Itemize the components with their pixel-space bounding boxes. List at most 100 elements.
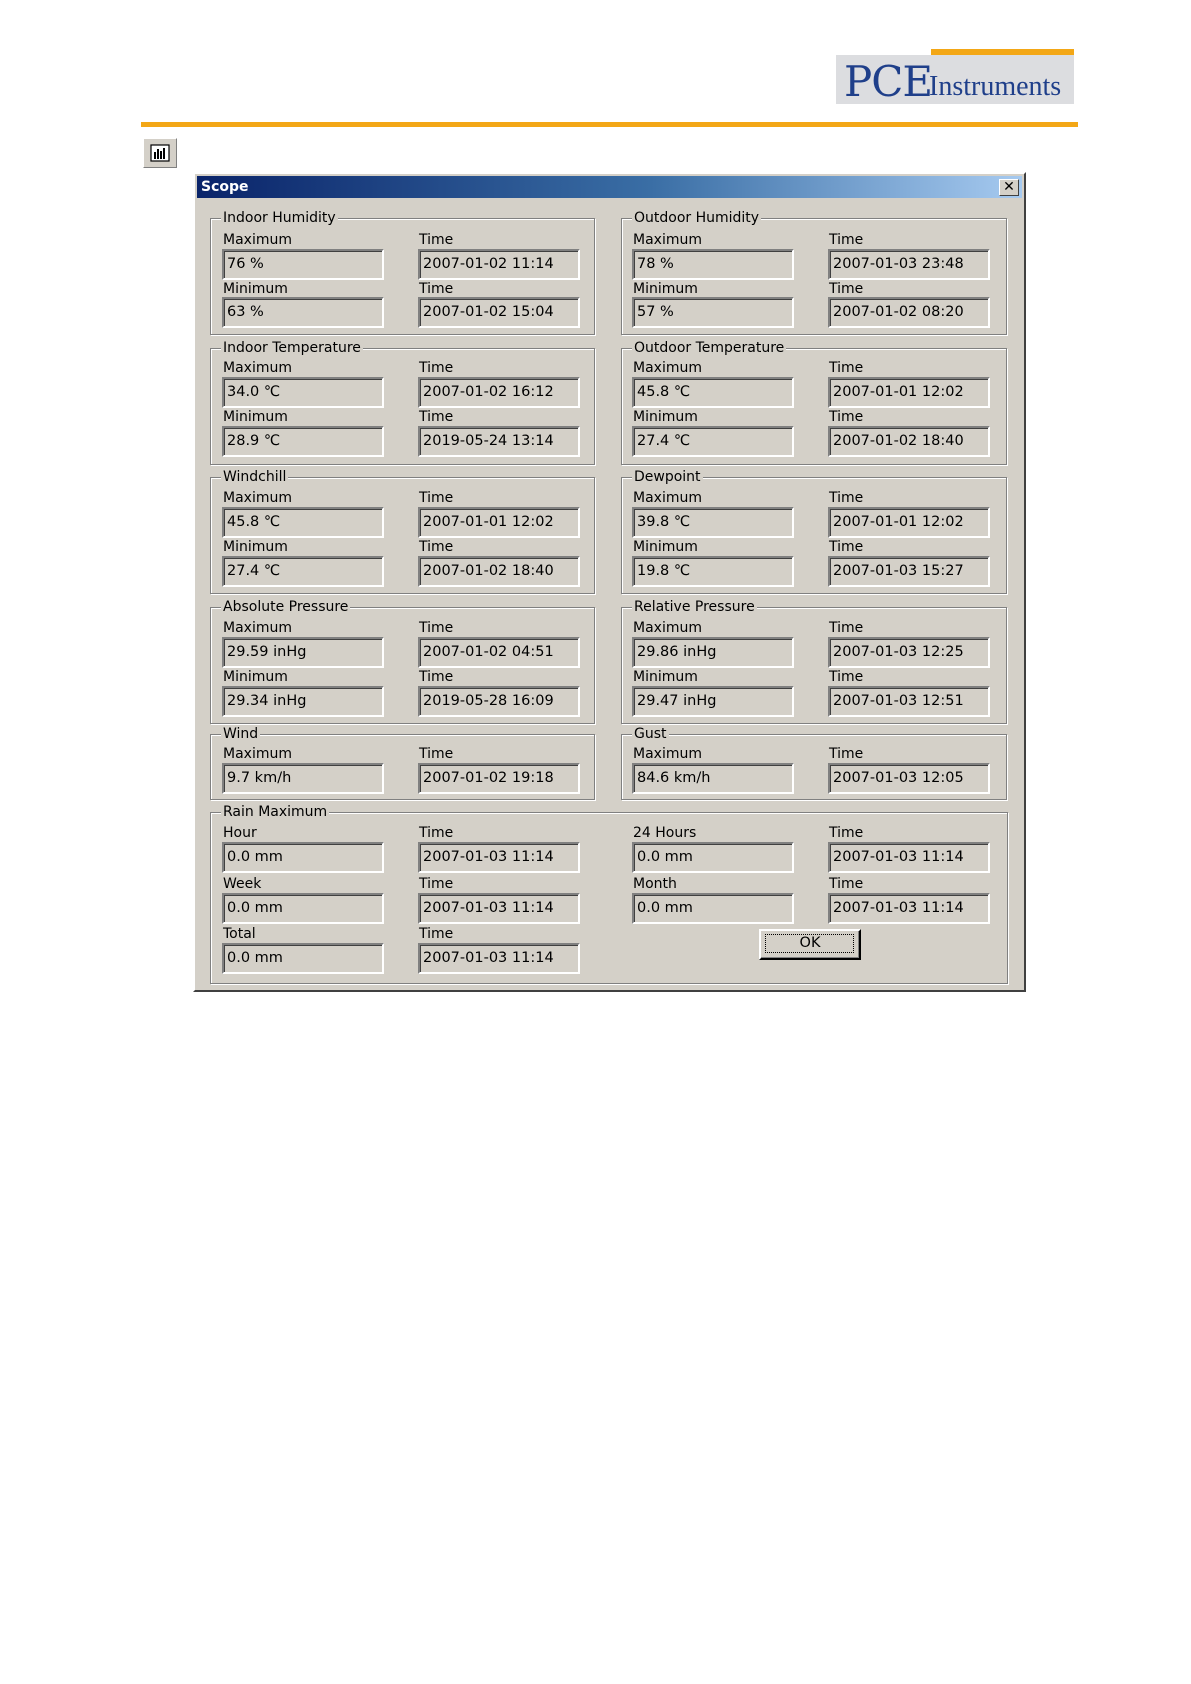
- indoor-humidity-min-time-field: 2007-01-02 15:04: [418, 297, 580, 328]
- indoor-temperature-max-time-field: 2007-01-02 16:12: [418, 377, 580, 408]
- rain-hour-field: 0.0 mm: [222, 842, 384, 873]
- max-label: Maximum: [223, 490, 292, 506]
- indoor-temperature-max-field: 34.0 ℃: [222, 377, 384, 408]
- dialog-titlebar[interactable]: Scope ✕: [197, 176, 1022, 198]
- gust-max-time-field: 2007-01-03 12:05: [828, 763, 990, 794]
- rain-month-time-field: 2007-01-03 11:14: [828, 893, 990, 924]
- max-label: Maximum: [633, 232, 702, 248]
- dialog-title: Scope: [201, 179, 249, 195]
- chart-icon[interactable]: [143, 138, 177, 168]
- min-label: Minimum: [223, 409, 288, 425]
- time-label: Time: [829, 746, 864, 762]
- time-label: Time: [829, 360, 864, 376]
- rain-hour-time-field: 2007-01-03 11:14: [418, 842, 580, 873]
- rain-week-field: 0.0 mm: [222, 893, 384, 924]
- indoor-temperature-min-time-field: 2019-05-24 13:14: [418, 426, 580, 457]
- windchill-min-field: 27.4 ℃: [222, 556, 384, 587]
- logo-instruments-text: Instruments: [929, 71, 1062, 102]
- indoor-humidity-min-field: 63 %: [222, 297, 384, 328]
- gust-max-field: 84.6 km/h: [632, 763, 794, 794]
- max-label: Maximum: [633, 490, 702, 506]
- dewpoint-max-time-field: 2007-01-01 12:02: [828, 507, 990, 538]
- outdoor-temperature-max-field: 45.8 ℃: [632, 377, 794, 408]
- focus-ring: [765, 934, 854, 953]
- total-label: Total: [223, 926, 256, 942]
- rain-24h-time-field: 2007-01-03 11:14: [828, 842, 990, 873]
- indoor-humidity-max-field: 76 %: [222, 249, 384, 280]
- rain-total-field: 0.0 mm: [222, 943, 384, 974]
- max-label: Maximum: [633, 620, 702, 636]
- time-label: Time: [419, 746, 454, 762]
- group-title: Rain Maximum: [221, 803, 330, 821]
- 24-hours-label: 24 Hours: [633, 825, 697, 841]
- max-label: Maximum: [223, 620, 292, 636]
- outdoor-temperature-max-time-field: 2007-01-01 12:02: [828, 377, 990, 408]
- min-label: Minimum: [223, 539, 288, 555]
- absolute-pressure-max-field: 29.59 inHg: [222, 637, 384, 668]
- outdoor-humidity-max-time-field: 2007-01-03 23:48: [828, 249, 990, 280]
- outdoor-humidity-min-field: 57 %: [632, 297, 794, 328]
- max-label: Maximum: [633, 360, 702, 376]
- outdoor-humidity-min-time-field: 2007-01-02 08:20: [828, 297, 990, 328]
- max-label: Maximum: [223, 360, 292, 376]
- absolute-pressure-max-time-field: 2007-01-02 04:51: [418, 637, 580, 668]
- indoor-humidity-max-time-field: 2007-01-02 11:14: [418, 249, 580, 280]
- group-title: Relative Pressure: [632, 598, 757, 616]
- min-label: Minimum: [223, 669, 288, 685]
- time-label: Time: [829, 490, 864, 506]
- dewpoint-min-field: 19.8 ℃: [632, 556, 794, 587]
- group-title: Dewpoint: [632, 468, 703, 486]
- min-label: Minimum: [633, 539, 698, 555]
- time-label: Time: [829, 825, 864, 841]
- close-button[interactable]: ✕: [999, 179, 1019, 196]
- rain-total-time-field: 2007-01-03 11:14: [418, 943, 580, 974]
- logo-box: PCE Instruments: [836, 55, 1074, 106]
- relative-pressure-max-field: 29.86 inHg: [632, 637, 794, 668]
- relative-pressure-min-time-field: 2007-01-03 12:51: [828, 686, 990, 717]
- windchill-max-field: 45.8 ℃: [222, 507, 384, 538]
- hour-label: Hour: [223, 825, 257, 841]
- absolute-pressure-min-field: 29.34 inHg: [222, 686, 384, 717]
- rain-week-time-field: 2007-01-03 11:14: [418, 893, 580, 924]
- group-title: Indoor Humidity: [221, 209, 338, 227]
- time-label: Time: [419, 281, 454, 297]
- dewpoint-max-field: 39.8 ℃: [632, 507, 794, 538]
- absolute-pressure-min-time-field: 2019-05-28 16:09: [418, 686, 580, 717]
- time-label: Time: [419, 825, 454, 841]
- close-icon: ✕: [1003, 179, 1015, 195]
- max-label: Maximum: [633, 746, 702, 762]
- group-title: Windchill: [221, 468, 289, 486]
- group-title: Indoor Temperature: [221, 339, 363, 357]
- pce-instruments-logo: PCE Instruments: [836, 49, 1074, 106]
- week-label: Week: [223, 876, 262, 892]
- rain-month-field: 0.0 mm: [632, 893, 794, 924]
- min-label: Minimum: [633, 281, 698, 297]
- time-label: Time: [829, 409, 864, 425]
- outdoor-temperature-min-field: 27.4 ℃: [632, 426, 794, 457]
- time-label: Time: [419, 620, 454, 636]
- group-title: Outdoor Temperature: [632, 339, 787, 357]
- wind-max-time-field: 2007-01-02 19:18: [418, 763, 580, 794]
- group-title: Absolute Pressure: [221, 598, 351, 616]
- windchill-max-time-field: 2007-01-01 12:02: [418, 507, 580, 538]
- time-label: Time: [829, 620, 864, 636]
- time-label: Time: [419, 539, 454, 555]
- max-label: Maximum: [223, 746, 292, 762]
- time-label: Time: [829, 281, 864, 297]
- time-label: Time: [419, 360, 454, 376]
- dewpoint-min-time-field: 2007-01-03 15:27: [828, 556, 990, 587]
- group-title: Gust: [632, 725, 669, 743]
- outdoor-humidity-max-field: 78 %: [632, 249, 794, 280]
- relative-pressure-max-time-field: 2007-01-03 12:25: [828, 637, 990, 668]
- time-label: Time: [419, 926, 454, 942]
- windchill-min-time-field: 2007-01-02 18:40: [418, 556, 580, 587]
- ok-button[interactable]: OK: [759, 929, 861, 960]
- time-label: Time: [829, 232, 864, 248]
- min-label: Minimum: [633, 669, 698, 685]
- logo-pce-text: PCE: [844, 57, 933, 106]
- wind-max-field: 9.7 km/h: [222, 763, 384, 794]
- rain-24h-field: 0.0 mm: [632, 842, 794, 873]
- relative-pressure-min-field: 29.47 inHg: [632, 686, 794, 717]
- time-label: Time: [419, 669, 454, 685]
- outdoor-temperature-min-time-field: 2007-01-02 18:40: [828, 426, 990, 457]
